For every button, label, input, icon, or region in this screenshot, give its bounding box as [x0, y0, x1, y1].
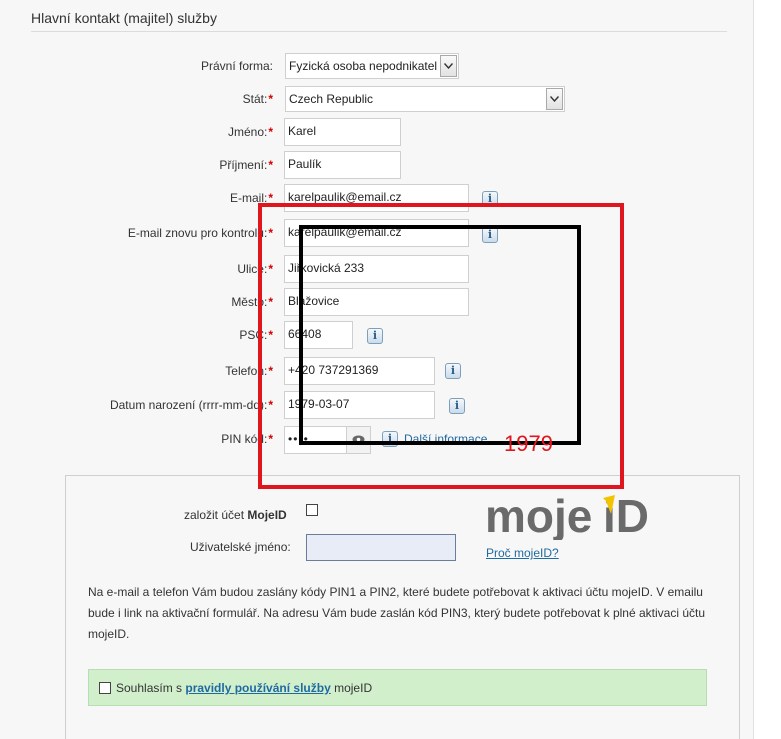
birth-date-label: Datum narození (rrrr-mm-dd):* [109, 398, 273, 412]
street-label: Ulice:* [237, 262, 273, 276]
mojeid-note: Na e-mail a telefon Vám budou zaslány kó… [88, 585, 706, 641]
legal-form-select[interactable]: Fyzická osoba nepodnikatel [285, 53, 459, 79]
chevron-down-icon [444, 63, 453, 69]
country-dropdown-button[interactable] [546, 88, 563, 110]
legal-form-dropdown-button[interactable] [440, 55, 457, 77]
section-title: Hlavní kontakt (majitel) služby [31, 10, 217, 26]
country-value: Czech Republic [289, 92, 374, 106]
annotation-black-rectangle [299, 225, 581, 445]
agree-checkbox[interactable] [99, 682, 111, 694]
username-label: Uživatelské jméno: [190, 540, 291, 554]
annotation-number: 1979 [504, 431, 553, 456]
email-label: E-mail:* [229, 191, 273, 205]
country-label: Stát:* [242, 92, 273, 106]
email-confirm-label: E-mail znovu pro kontrolu:* [127, 226, 273, 240]
username-input[interactable] [306, 534, 456, 561]
agree-box: Souhlasím s pravidly používání služby mo… [88, 669, 707, 706]
phone-label: Telefon:* [225, 364, 273, 378]
last-name-input[interactable]: Paulík [284, 151, 401, 179]
section-divider [31, 31, 727, 32]
legal-form-label: Právní forma: [200, 59, 273, 73]
mojeid-logo: moje iD [485, 490, 655, 542]
first-name-label: Jméno:* [227, 125, 273, 139]
first-name-input[interactable]: Karel [284, 118, 401, 146]
create-account-checkbox[interactable] [306, 504, 318, 516]
pin-label: PIN kód:* [221, 432, 273, 446]
country-select[interactable]: Czech Republic [285, 86, 565, 112]
zip-label: PSČ:* [239, 328, 273, 342]
last-name-label: Příjmení:* [219, 158, 273, 172]
legal-form-value: Fyzická osoba nepodnikatel [289, 59, 438, 73]
why-mojeid-link[interactable]: Proč mojeID? [486, 546, 559, 560]
agree-text: Souhlasím s pravidly používání služby mo… [116, 681, 373, 695]
city-label: Město:* [231, 295, 273, 309]
create-account-label: založit účet MojeID [184, 508, 287, 522]
svg-text:moje: moje [485, 492, 592, 540]
chevron-down-icon [550, 96, 559, 102]
terms-link[interactable]: pravidly používání služby [185, 681, 330, 695]
